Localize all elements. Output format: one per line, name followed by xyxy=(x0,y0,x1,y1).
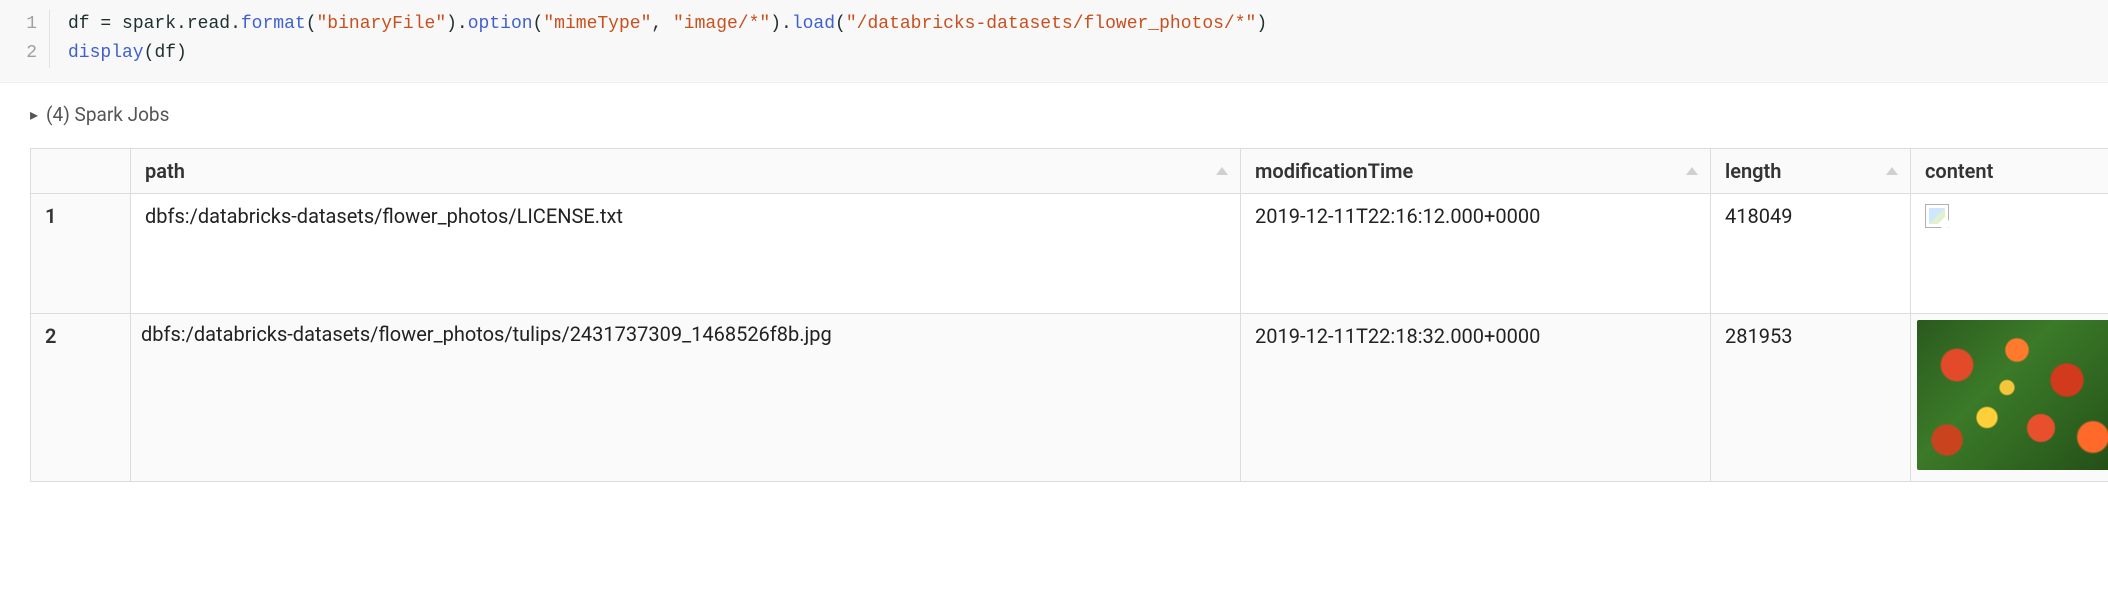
code-token: df xyxy=(68,14,90,34)
output-area: ▸ (4) Spark Jobs path modificationTime l… xyxy=(0,83,2108,492)
cell-path: dbfs:/databricks-datasets/flower_photos/… xyxy=(131,314,1241,482)
sort-asc-icon[interactable] xyxy=(1216,167,1228,175)
cell-length: 281953 xyxy=(1711,314,1911,482)
code-cell[interactable]: 12 df = spark.read.format("binaryFile").… xyxy=(0,0,2108,83)
code-token: . xyxy=(230,14,241,34)
code-token: "image/*" xyxy=(673,14,770,34)
code-token: df xyxy=(154,43,176,63)
code-token: "binaryFile" xyxy=(317,14,447,34)
code-token: ( xyxy=(835,14,846,34)
line-number: 1 xyxy=(0,10,37,39)
table-row[interactable]: 2dbfs:/databricks-datasets/flower_photos… xyxy=(31,314,2108,482)
code-token: ) xyxy=(176,43,187,63)
code-token: ) xyxy=(1256,14,1267,34)
code-token: ). xyxy=(446,14,468,34)
code-token: "mimeType" xyxy=(543,14,651,34)
code-token: spark xyxy=(122,14,176,34)
sort-asc-icon[interactable] xyxy=(1886,167,1898,175)
caret-right-icon: ▸ xyxy=(30,105,38,124)
column-header-path[interactable]: path xyxy=(131,149,1241,194)
code-token: read xyxy=(187,14,230,34)
code-token: = xyxy=(90,14,122,34)
row-number-header xyxy=(31,149,131,194)
cell-path: dbfs:/databricks-datasets/flower_photos/… xyxy=(131,194,1241,314)
spark-jobs-toggle[interactable]: ▸ (4) Spark Jobs xyxy=(30,103,2078,126)
code-token: ( xyxy=(306,14,317,34)
row-number-cell: 2 xyxy=(31,314,131,482)
column-header-label: content xyxy=(1925,159,1993,183)
code-body[interactable]: df = spark.read.format("binaryFile").opt… xyxy=(50,10,2108,68)
column-header-length[interactable]: length xyxy=(1711,149,1911,194)
code-token: display xyxy=(68,43,144,63)
code-token: ( xyxy=(533,14,544,34)
sort-asc-icon[interactable] xyxy=(1686,167,1698,175)
code-token: "/databricks-datasets/flower_photos/*" xyxy=(846,14,1256,34)
cell-modificationtime: 2019-12-11T22:18:32.000+0000 xyxy=(1241,314,1711,482)
code-line[interactable]: display(df) xyxy=(68,39,2108,68)
table-row[interactable]: 1dbfs:/databricks-datasets/flower_photos… xyxy=(31,194,2108,314)
line-number: 2 xyxy=(0,39,37,68)
column-header-modificationtime[interactable]: modificationTime xyxy=(1241,149,1711,194)
cell-modificationtime: 2019-12-11T22:16:12.000+0000 xyxy=(1241,194,1711,314)
code-token: format xyxy=(241,14,306,34)
column-header-label: length xyxy=(1725,159,1781,183)
code-token: . xyxy=(176,14,187,34)
code-token: load xyxy=(792,14,835,34)
table-header-row: path modificationTime length content xyxy=(31,149,2108,194)
code-token: , xyxy=(651,14,673,34)
cell-content xyxy=(1911,314,2108,482)
code-gutter: 12 xyxy=(0,10,50,68)
result-table: path modificationTime length content 1db… xyxy=(30,148,2108,482)
cell-content xyxy=(1911,194,2108,314)
broken-image-icon xyxy=(1925,204,1949,228)
cell-length: 418049 xyxy=(1711,194,1911,314)
spark-jobs-label: (4) Spark Jobs xyxy=(46,103,169,126)
code-token: ). xyxy=(770,14,792,34)
code-token: ( xyxy=(144,43,155,63)
row-number-cell: 1 xyxy=(31,194,131,314)
image-thumbnail[interactable] xyxy=(1917,320,2108,470)
column-header-label: modificationTime xyxy=(1255,159,1413,183)
code-line[interactable]: df = spark.read.format("binaryFile").opt… xyxy=(68,10,2108,39)
column-header-label: path xyxy=(145,159,185,183)
column-header-content[interactable]: content xyxy=(1911,149,2108,194)
code-token: option xyxy=(468,14,533,34)
